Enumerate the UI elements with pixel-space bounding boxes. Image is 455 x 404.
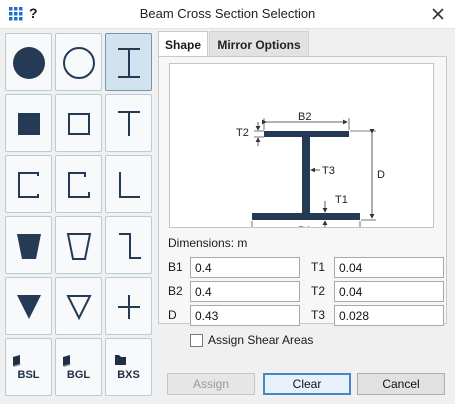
lipped-channel-icon <box>68 172 90 198</box>
window-title: Beam Cross Section Selection <box>139 6 316 21</box>
dialog-body: BSL BGL BXS Shape Mirror Options B2 T2 T… <box>0 28 455 404</box>
shape-hollow-triangle-button[interactable] <box>55 277 102 335</box>
title-bar: ? Beam Cross Section Selection <box>0 0 455 28</box>
assign-shear-areas-label: Assign Shear Areas <box>208 333 314 347</box>
i-beam-dimension-diagram: B2 T2 T3 D T1 <box>236 111 385 240</box>
section-diagram: B2 T2 T3 D T1 <box>169 63 434 240</box>
hollow-circle-icon <box>63 47 95 79</box>
shape-solid-square-button[interactable] <box>5 94 52 152</box>
shape-tab-panel: B2 T2 T3 D T1 Dimensions: m B1 0.4 B2 0.… <box>158 56 447 326</box>
b2-input[interactable] <box>190 281 300 302</box>
book-icon <box>63 355 71 367</box>
shape-tee-button[interactable] <box>105 94 152 152</box>
t1-label: T1 <box>311 260 326 274</box>
channel-icon <box>18 172 39 198</box>
dimensions-heading: Dimensions: m <box>168 236 248 250</box>
assign-shear-areas-checkbox[interactable] <box>190 334 203 347</box>
dim-t3-text: T3 <box>322 165 335 177</box>
hollow-triangle-icon <box>66 295 92 321</box>
shape-solid-circle-button[interactable] <box>5 33 52 91</box>
tab-mirror-options[interactable]: Mirror Options <box>209 31 309 56</box>
hollow-trapezoid-icon <box>66 233 92 260</box>
shape-hollow-circle-button[interactable] <box>55 33 102 91</box>
close-icon[interactable] <box>429 5 447 23</box>
cancel-button[interactable]: Cancel <box>357 373 445 395</box>
shape-i-beam-button[interactable] <box>105 33 152 91</box>
file-bsl-label: BSL <box>17 369 40 381</box>
dim-b1-text: B1 <box>298 225 311 227</box>
shape-lipped-channel-button[interactable] <box>55 155 102 213</box>
shape-hollow-trapezoid-button[interactable] <box>55 216 102 274</box>
t1-input[interactable] <box>334 257 444 278</box>
b1-label: B1 <box>168 260 183 274</box>
t3-label: T3 <box>311 308 326 322</box>
shape-channel-button[interactable] <box>5 155 52 213</box>
shape-solid-trapezoid-button[interactable] <box>5 216 52 274</box>
angle-icon <box>119 172 140 198</box>
d-label: D <box>168 308 177 322</box>
cross-icon <box>118 295 140 319</box>
t2-input[interactable] <box>334 281 444 302</box>
tab-shape[interactable]: Shape <box>158 31 208 57</box>
b2-label: B2 <box>168 284 183 298</box>
shape-hollow-square-button[interactable] <box>55 94 102 152</box>
file-bxs-button[interactable]: BXS <box>105 338 152 396</box>
folder-icon <box>115 355 126 365</box>
i-beam-icon <box>118 48 140 78</box>
solid-triangle-icon <box>17 295 41 319</box>
file-bxs-label: BXS <box>117 369 140 381</box>
shape-cross-button[interactable] <box>105 277 152 335</box>
hollow-square-icon <box>68 113 90 135</box>
d-input[interactable] <box>190 305 300 326</box>
zee-icon <box>119 233 141 259</box>
assign-button[interactable]: Assign <box>167 373 255 395</box>
t2-label: T2 <box>311 284 326 298</box>
solid-trapezoid-icon <box>17 234 41 259</box>
dim-t2-text: T2 <box>236 127 249 139</box>
dim-b2-text: B2 <box>298 111 311 123</box>
clear-button[interactable]: Clear <box>263 373 351 395</box>
dim-t1-text: T1 <box>335 194 348 206</box>
shape-angle-button[interactable] <box>105 155 152 213</box>
solid-circle-icon <box>13 47 45 79</box>
file-bgl-button[interactable]: BGL <box>55 338 102 396</box>
solid-square-icon <box>18 113 40 135</box>
file-bsl-button[interactable]: BSL <box>5 338 52 396</box>
book-icon <box>13 355 21 367</box>
b1-input[interactable] <box>190 257 300 278</box>
file-bgl-label: BGL <box>66 369 91 381</box>
dim-d-text: D <box>377 169 385 181</box>
tee-icon <box>118 111 140 136</box>
shape-solid-triangle-button[interactable] <box>5 277 52 335</box>
t3-input[interactable] <box>334 305 444 326</box>
shape-zee-button[interactable] <box>105 216 152 274</box>
